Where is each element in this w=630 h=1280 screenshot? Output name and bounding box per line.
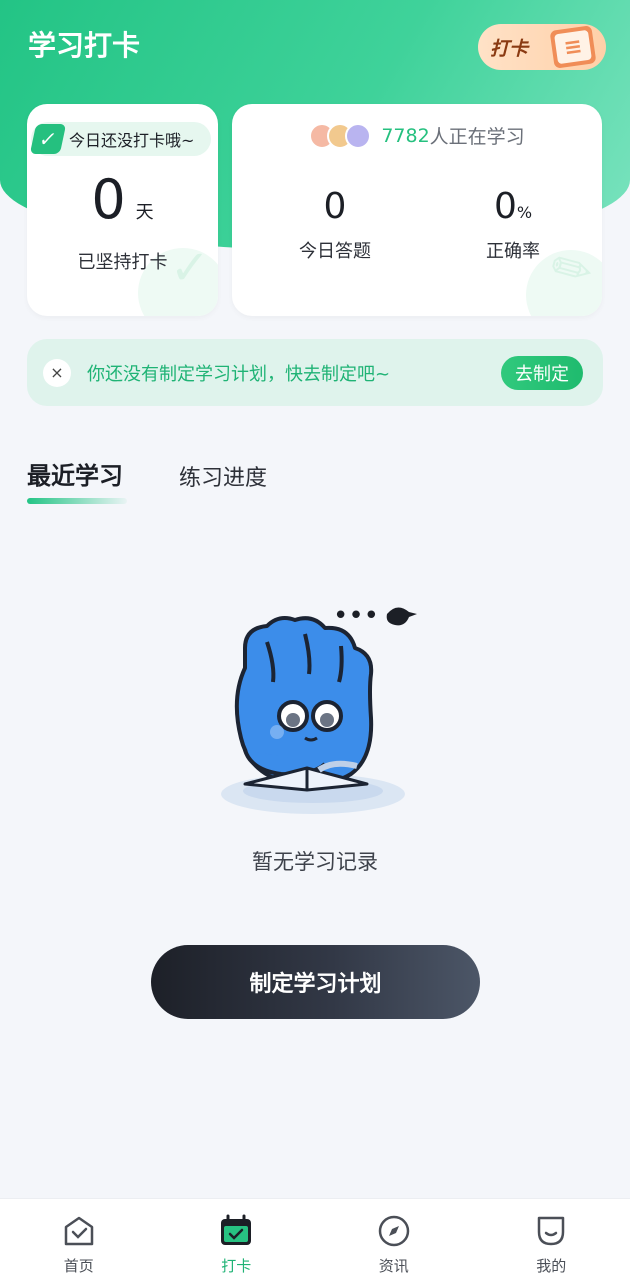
stats-card: ✎ 7782 人正在学习 0 今日答题 0% 正确率 [232, 104, 602, 316]
streak-days-value: 0 [91, 168, 126, 231]
plan-reminder-banner: × 你还没有制定学习计划，快去制定吧~ 去制定 [27, 339, 603, 406]
tabbar-item-checkin[interactable]: 打卡 [158, 1199, 316, 1280]
streak-days: 0天 [27, 168, 218, 231]
today-questions-stat: 0 今日答题 [260, 186, 410, 263]
checkin-card[interactable]: ✓ ✓ 今日还没打卡哦~ 0天 已坚持打卡 [27, 104, 218, 316]
tabbar-item-home[interactable]: 首页 [0, 1199, 158, 1280]
create-study-plan-button[interactable]: 制定学习计划 [151, 945, 480, 1019]
compass-icon [378, 1215, 409, 1247]
tab-practice-progress[interactable]: 练习进度 [179, 460, 267, 492]
plan-reminder-text: 你还没有制定学习计划，快去制定吧~ [87, 363, 391, 385]
empty-state-illustration: ••• [221, 601, 417, 814]
tabbar-label: 首页 [63, 1257, 94, 1275]
notebook-icon: ≡ [549, 25, 597, 69]
accuracy-stat: 0% 正确率 [438, 186, 588, 263]
content-tabs: 最近学习 练习进度 [27, 456, 267, 504]
page-title: 学习打卡 [28, 29, 141, 62]
tabbar-item-news[interactable]: 资讯 [315, 1199, 473, 1280]
avatar [345, 122, 372, 149]
tabbar-label: 打卡 [221, 1257, 252, 1275]
active-learners: 7782 人正在学习 [232, 122, 602, 149]
tabbar-label: 我的 [536, 1257, 567, 1275]
bottom-tab-bar: 首页 打卡 资讯 我的 [0, 1198, 630, 1280]
empty-state-text: 暂无学习记录 [252, 850, 378, 874]
today-questions-value: 0 [323, 186, 347, 227]
tabbar-label: 资讯 [378, 1257, 409, 1275]
check-icon: ✓ [29, 124, 67, 154]
tab-recent-study[interactable]: 最近学习 [27, 456, 127, 504]
calendar-check-icon [221, 1214, 252, 1245]
go-create-plan-button[interactable]: 去制定 [501, 355, 583, 390]
streak-days-unit: 天 [135, 202, 154, 223]
checkin-status-text: 今日还没打卡哦~ [69, 131, 195, 150]
badge-label: 打卡 [490, 37, 529, 60]
learner-avatars [309, 122, 372, 149]
checkin-badge-button[interactable]: 打卡 ≡ [478, 24, 606, 70]
close-icon[interactable]: × [43, 358, 71, 387]
profile-icon [538, 1216, 565, 1246]
tabbar-item-profile[interactable]: 我的 [473, 1199, 630, 1280]
accuracy-unit: % [516, 203, 533, 222]
today-questions-label: 今日答题 [299, 241, 371, 262]
home-icon [64, 1216, 93, 1246]
accuracy-label: 正确率 [486, 241, 540, 262]
streak-caption: 已坚持打卡 [77, 252, 168, 273]
learners-count: 7782 [381, 124, 430, 147]
learners-text: 人正在学习 [429, 126, 525, 148]
accuracy-value: 0 [493, 186, 517, 227]
checkin-status-tag: ✓ 今日还没打卡哦~ [29, 122, 211, 156]
thinking-dots: ••• [333, 601, 379, 631]
